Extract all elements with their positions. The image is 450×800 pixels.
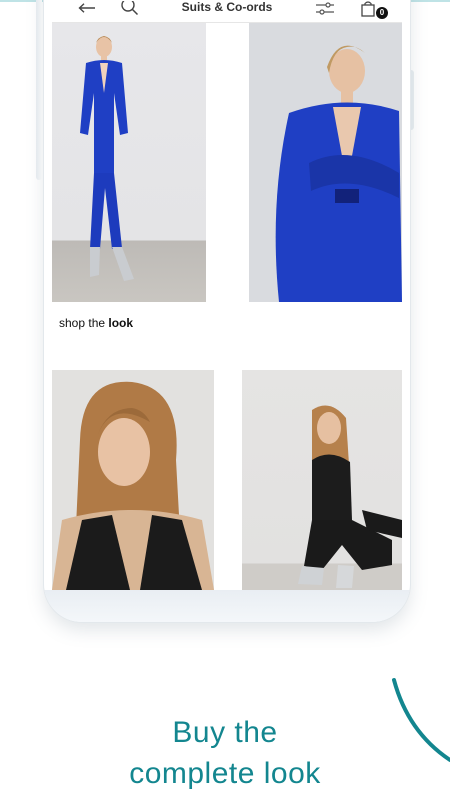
product-image-2[interactable] bbox=[249, 23, 402, 302]
cart-count-badge: 0 bbox=[376, 7, 388, 19]
model-black-waistcoat-figure bbox=[52, 381, 214, 590]
shop-look-prefix: shop the bbox=[59, 316, 106, 330]
model-black-outfit-figure bbox=[298, 405, 402, 588]
phone-side-button bbox=[36, 0, 42, 180]
sliders-icon[interactable] bbox=[314, 0, 336, 18]
page-title: Suits & Co-ords bbox=[181, 0, 273, 14]
product-image-1[interactable] bbox=[52, 23, 206, 302]
model-blue-suit-figure bbox=[80, 36, 134, 281]
promo-line-2: complete look bbox=[129, 757, 321, 790]
search-icon[interactable] bbox=[120, 0, 140, 18]
model-blue-blazer-figure bbox=[275, 45, 402, 302]
product-image-4[interactable] bbox=[242, 370, 402, 590]
app-screen: Suits & Co-ords 0 shop the look bbox=[52, 0, 402, 590]
arrow-left-icon[interactable] bbox=[76, 0, 98, 18]
navigation-bar: Suits & Co-ords 0 bbox=[52, 0, 402, 23]
promo-tagline: Buy the complete look bbox=[0, 712, 450, 794]
product-image-3[interactable] bbox=[52, 370, 214, 590]
phone-frame: Suits & Co-ords 0 shop the look bbox=[44, 0, 410, 622]
phone-chin bbox=[44, 590, 410, 622]
promo-line-1: Buy the bbox=[172, 716, 278, 749]
shopping-bag-icon[interactable] bbox=[358, 0, 378, 18]
shop-look-emphasis: look bbox=[108, 316, 134, 330]
shop-the-look-link[interactable]: shop the look bbox=[59, 316, 133, 330]
